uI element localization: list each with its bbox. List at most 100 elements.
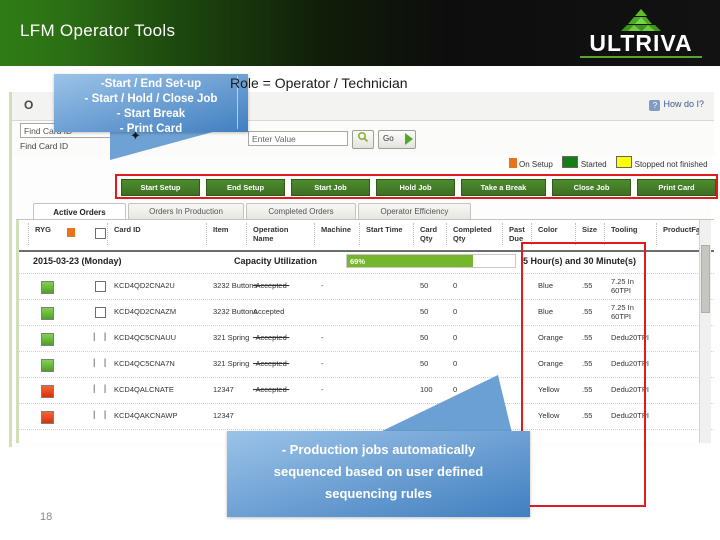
- ryg-status-indicator: [41, 333, 54, 346]
- capacity-percent-label: 69%: [350, 257, 366, 266]
- mouse-cursor-icon: ✦: [130, 128, 141, 143]
- play-arrow-icon: [405, 133, 413, 145]
- column-header-start-time[interactable]: Start Time: [366, 225, 414, 234]
- tab-bar: Active Orders Orders In Production Complet…: [16, 203, 714, 221]
- tab-operator-efficiency[interactable]: Operator Efficiency: [358, 203, 471, 219]
- action-button-hold-job[interactable]: Hold Job: [376, 179, 455, 196]
- column-separator: [359, 223, 361, 245]
- slide-page-number: 18: [40, 511, 53, 523]
- column-separator: [246, 223, 248, 245]
- ultriva-triangle-logo-icon: [621, 9, 661, 31]
- cell-size: .55: [582, 281, 593, 290]
- action-button-end-setup[interactable]: End Setup: [206, 179, 285, 196]
- search-value-input[interactable]: Enter Value: [248, 131, 348, 146]
- status-legend: On Setup Started Stopped not finished: [509, 156, 717, 170]
- legend-started: Started: [561, 156, 607, 169]
- ryg-status-indicator: [41, 385, 54, 398]
- cell-card-id: KCD4QAKCNAWP: [114, 411, 178, 420]
- cell-item: 321 Spring: [213, 359, 250, 368]
- table-row[interactable]: | | KCD4QAKCNAWP 12347 Yellow .55 Dedu20TPI: [19, 403, 714, 430]
- bottom-callout-line-2: sequenced based on user defined: [273, 464, 484, 479]
- table-row[interactable]: | | KCD4QC5CNA7N 321 Spring -Accepted- - 50 0 O…: [19, 351, 714, 378]
- ryg-status-indicator: [41, 411, 54, 424]
- top-callout-line-3: - Start Break: [116, 108, 186, 120]
- flag-icon[interactable]: [67, 228, 75, 237]
- column-separator: [531, 223, 533, 245]
- cell-tooling: Dedu20TPI: [611, 333, 649, 342]
- top-callout-line-4: - Print Card: [119, 123, 183, 135]
- select-all-checkbox[interactable]: [95, 228, 106, 239]
- column-separator: [604, 223, 606, 245]
- column-separator: [107, 223, 109, 245]
- row-checkbox[interactable]: [95, 307, 106, 318]
- column-header-operation-name[interactable]: Operation Name: [253, 225, 295, 243]
- cell-item: 321 Spring: [213, 333, 250, 342]
- go-button[interactable]: Go: [378, 130, 416, 149]
- top-callout-line-2: - Start / Hold / Close Job: [84, 93, 218, 105]
- help-icon: ?: [649, 100, 661, 111]
- column-header-color[interactable]: Color: [538, 225, 570, 234]
- cell-card-id: KCD4QC5CNA7N: [114, 359, 175, 368]
- column-header-ryg[interactable]: RYG: [35, 225, 61, 234]
- how-do-i-link[interactable]: ? How do I?: [649, 99, 704, 111]
- table-row[interactable]: KCD4QD2CNA2U 3232 Buttons -Accepted- - 50 0 Bl…: [19, 273, 714, 300]
- cell-card-id: KCD4QC5CNAUU: [114, 333, 177, 342]
- top-callout-line-1: -Start / End Set-up: [100, 78, 202, 90]
- cell-tooling: 7.25 In 60TPI: [611, 277, 634, 295]
- capacity-label: Capacity Utilization: [234, 256, 318, 266]
- column-separator: [206, 223, 208, 245]
- capacity-progress-bar: 69%: [346, 254, 516, 268]
- row-bars-icon[interactable]: | |: [93, 331, 109, 341]
- cell-color: Orange: [538, 333, 564, 342]
- action-button-start-setup[interactable]: Start Setup: [121, 179, 200, 196]
- column-header-completed-qty[interactable]: Completed Qty: [453, 225, 503, 243]
- ryg-status-indicator: [41, 359, 54, 372]
- column-header-card-id[interactable]: Card ID: [114, 225, 184, 234]
- column-header-size[interactable]: Size: [582, 225, 606, 234]
- cell-completed-qty: 0: [453, 281, 458, 290]
- page-title: LFM Operator Tools: [20, 21, 176, 40]
- cell-color: Blue: [538, 307, 554, 316]
- scrollbar-thumb[interactable]: [701, 245, 710, 313]
- cell-size: .55: [582, 385, 593, 394]
- cell-size: .55: [582, 333, 593, 342]
- row-bars-icon[interactable]: | |: [93, 357, 109, 367]
- cell-size: .55: [582, 359, 593, 368]
- table-row[interactable]: KCD4QD2CNAZM 3232 Buttons Accepted 50 0 Blue.…: [19, 299, 714, 326]
- ryg-status-indicator: [41, 281, 54, 294]
- action-button-start-job[interactable]: Start Job: [291, 179, 370, 196]
- cell-completed-qty: 0: [453, 359, 458, 368]
- action-button-take-a-break[interactable]: Take a Break: [461, 179, 546, 196]
- column-separator: [446, 223, 448, 245]
- cell-tooling: Dedu20TPI: [611, 385, 649, 394]
- vertical-scrollbar[interactable]: [699, 220, 711, 443]
- column-header-tooling[interactable]: Tooling: [611, 225, 645, 234]
- column-header-past-due[interactable]: Past Due: [509, 225, 533, 243]
- tab-orders-in-production[interactable]: Orders In Production: [128, 203, 244, 219]
- row-bars-icon[interactable]: | |: [93, 409, 109, 419]
- search-icon[interactable]: [352, 130, 374, 149]
- cell-card-qty: 50: [420, 359, 429, 368]
- cell-machine: -: [321, 359, 324, 368]
- cell-item: 12347: [213, 411, 234, 420]
- legend-on-setup: On Setup: [509, 158, 553, 169]
- table-row[interactable]: | | KCD4QC5CNAUU 321 Spring -Accepted- - 50 0 O…: [19, 325, 714, 352]
- cell-tooling: Dedu20TPI: [611, 359, 649, 368]
- find-card-id-label: Find Card ID: [20, 141, 69, 151]
- cell-card-qty: 50: [420, 281, 429, 290]
- column-header-machine[interactable]: Machine: [321, 225, 363, 234]
- column-separator: [314, 223, 316, 245]
- capacity-utilization-row: 2015-03-23 (Monday) Capacity Utilization…: [19, 250, 714, 274]
- search-glyph-icon: [357, 131, 369, 143]
- row-checkbox[interactable]: [95, 281, 106, 292]
- cell-card-id: KCD4QD2CNAZM: [114, 307, 177, 316]
- tab-completed-orders[interactable]: Completed Orders: [246, 203, 356, 219]
- table-row[interactable]: | | KCD4QALCNATE 12347 -Accepted- -100 0 Yello…: [19, 377, 714, 404]
- column-header-card-qty[interactable]: Card Qty: [420, 225, 446, 243]
- row-bars-icon[interactable]: | |: [93, 383, 109, 393]
- orders-table: RYG Card ID Item Operation Name Machine Start…: [16, 220, 714, 443]
- action-button-print-card[interactable]: Print Card: [637, 179, 716, 196]
- column-separator: [575, 223, 577, 245]
- action-button-close-job[interactable]: Close Job: [552, 179, 631, 196]
- action-buttons-highlight: Start Setup End Setup Start Job Hold Job Tak…: [115, 174, 718, 199]
